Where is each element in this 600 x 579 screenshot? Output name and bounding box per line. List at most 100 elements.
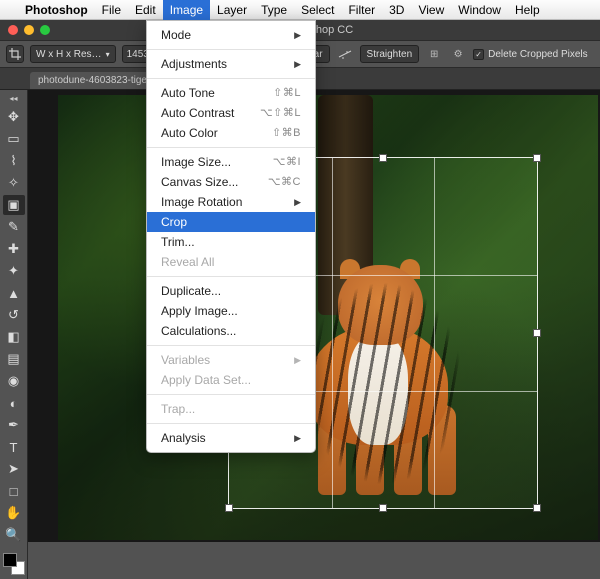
menu-edit[interactable]: Edit (128, 0, 163, 20)
menu-file[interactable]: File (95, 0, 128, 20)
menu-item-label: Image Size... (161, 154, 231, 170)
checkbox-checked-icon: ✓ (473, 49, 484, 60)
history-brush-tool[interactable]: ↺ (3, 305, 25, 325)
pen-tool[interactable]: ✒ (3, 415, 25, 435)
blur-tool[interactable]: ◉ (3, 371, 25, 391)
window-close-button[interactable] (8, 25, 18, 35)
window-zoom-button[interactable] (40, 25, 50, 35)
menu-item-label: Apply Data Set... (161, 372, 251, 388)
menu-separator (147, 49, 315, 50)
crop-handle-right[interactable] (533, 329, 541, 337)
app-menu[interactable]: Photoshop (18, 0, 95, 20)
menu-item-label: Auto Contrast (161, 105, 234, 121)
menu-item-label: Reveal All (161, 254, 214, 270)
menu-item-trap: Trap... (147, 399, 315, 419)
crop-handle-top[interactable] (379, 154, 387, 162)
document-canvas[interactable] (58, 95, 598, 540)
menu-item-auto-contrast[interactable]: Auto Contrast ⌥⇧⌘L (147, 103, 315, 123)
mac-menubar: PhotoshopFileEditImageLayerTypeSelectFil… (0, 0, 600, 20)
menu-item-label: Duplicate... (161, 283, 221, 299)
menu-item-shortcut: ⌥⇧⌘L (260, 105, 301, 121)
eyedropper-tool[interactable]: ✎ (3, 217, 25, 237)
gradient-tool[interactable]: ▤ (3, 349, 25, 369)
menu-item-label: Apply Image... (161, 303, 238, 319)
delete-cropped-checkbox[interactable]: ✓ Delete Cropped Pixels (473, 49, 588, 60)
menu-item-auto-color[interactable]: Auto Color⇧⌘B (147, 123, 315, 143)
path-selection-tool[interactable]: ➤ (3, 459, 25, 479)
menu-separator (147, 147, 315, 148)
menu-item-mode[interactable]: Mode▶ (147, 25, 315, 45)
aspect-ratio-label: W x H x Res… (36, 49, 102, 60)
marquee-tool[interactable]: ▭ (3, 129, 25, 149)
crop-handle-bottom-right[interactable] (533, 504, 541, 512)
straighten-label: Straighten (367, 49, 413, 60)
crop-tool[interactable]: ▣ (3, 195, 25, 215)
menu-item-shortcut: ⌥⌘C (268, 174, 301, 190)
submenu-arrow-icon: ▶ (294, 430, 301, 446)
menu-item-analysis[interactable]: Analysis ▶ (147, 428, 315, 448)
menu-item-reveal-all: Reveal All (147, 252, 315, 272)
crop-handle-top-right[interactable] (533, 154, 541, 162)
menu-item-apply-data-set: Apply Data Set... (147, 370, 315, 390)
crop-handle-bottom[interactable] (379, 504, 387, 512)
menu-item-image-rotation[interactable]: Image Rotation▶ (147, 192, 315, 212)
menu-layer[interactable]: Layer (210, 0, 254, 20)
menu-item-calculations[interactable]: Calculations... (147, 321, 315, 341)
straighten-button[interactable]: Straighten (360, 45, 420, 63)
submenu-arrow-icon: ▶ (294, 352, 301, 368)
menu-image[interactable]: Image (163, 0, 210, 20)
aspect-ratio-dropdown[interactable]: W x H x Res… ▾ (30, 45, 116, 63)
menu-help[interactable]: Help (508, 0, 547, 20)
healing-brush-tool[interactable]: ✚ (3, 239, 25, 259)
eraser-tool[interactable]: ◧ (3, 327, 25, 347)
menu-item-image-size[interactable]: Image Size...⌥⌘I (147, 152, 315, 172)
menu-item-duplicate[interactable]: Duplicate... (147, 281, 315, 301)
menu-item-label: Trap... (161, 401, 195, 417)
menu-item-crop[interactable]: Crop (147, 212, 315, 232)
overlay-options-icon[interactable]: ⊞ (425, 45, 443, 63)
move-tool[interactable]: ✥ (3, 107, 25, 127)
menu-item-apply-image[interactable]: Apply Image... (147, 301, 315, 321)
menu-item-label: Canvas Size... (161, 174, 238, 190)
crop-gridline (332, 158, 333, 508)
clone-stamp-tool[interactable]: ▲ (3, 283, 25, 303)
menu-item-adjustments[interactable]: Adjustments ▶ (147, 54, 315, 74)
menu-filter[interactable]: Filter (341, 0, 382, 20)
menu-item-trim[interactable]: Trim... (147, 232, 315, 252)
menu-separator (147, 78, 315, 79)
crop-tool-preset-icon[interactable] (6, 45, 24, 63)
foreground-color-swatch[interactable] (3, 553, 17, 567)
menu-view[interactable]: View (411, 0, 451, 20)
crop-handle-bottom-left[interactable] (225, 504, 233, 512)
crop-options-icon[interactable]: ⚙ (449, 45, 467, 63)
menu-item-label: Analysis (161, 430, 206, 446)
color-swatches[interactable] (3, 553, 25, 575)
hand-tool[interactable]: ✋ (3, 503, 25, 523)
window-minimize-button[interactable] (24, 25, 34, 35)
menu-item-label: Adjustments (161, 56, 227, 72)
menu-item-canvas-size[interactable]: Canvas Size... ⌥⌘C (147, 172, 315, 192)
rectangle-tool[interactable]: □ (3, 481, 25, 501)
lasso-tool[interactable]: ⌇ (3, 151, 25, 171)
menu-3d[interactable]: 3D (382, 0, 411, 20)
menu-item-label: Auto Tone (161, 85, 215, 101)
type-tool[interactable]: T (3, 437, 25, 457)
menu-window[interactable]: Window (451, 0, 508, 20)
menu-separator (147, 345, 315, 346)
toolbox-collapse-icon[interactable]: ◂◂ (9, 94, 17, 103)
menu-select[interactable]: Select (294, 0, 341, 20)
zoom-tool[interactable]: 🔍 (3, 525, 25, 545)
chevron-down-icon: ▾ (106, 50, 110, 59)
straighten-icon[interactable] (336, 45, 354, 63)
menu-item-shortcut: ⇧⌘B (272, 125, 301, 141)
brush-tool[interactable]: ✦ (3, 261, 25, 281)
menu-item-shortcut: ⇧⌘L (273, 85, 301, 101)
submenu-arrow-icon: ▶ (294, 56, 301, 72)
menu-separator (147, 276, 315, 277)
menu-item-auto-tone[interactable]: Auto Tone ⇧⌘L (147, 83, 315, 103)
submenu-arrow-icon: ▶ (294, 194, 301, 210)
menu-type[interactable]: Type (254, 0, 294, 20)
dodge-tool[interactable]: ◐ (3, 393, 25, 413)
magic-wand-tool[interactable]: ✧ (3, 173, 25, 193)
menu-item-variables: Variables▶ (147, 350, 315, 370)
